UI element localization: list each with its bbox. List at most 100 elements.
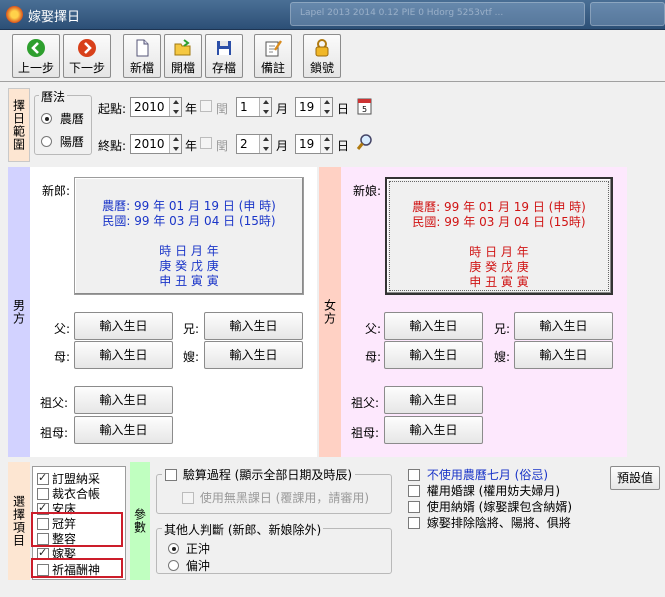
note-button[interactable]: 備註	[254, 34, 292, 78]
bride-pillar-head: 時 日 月 年	[469, 245, 529, 259]
use-no-black-day-checkbox[interactable]: 使用無黑課日 (覆課用，請審用)	[182, 489, 369, 506]
female-father-label: 父:	[365, 322, 382, 336]
male-brother-birthday-button[interactable]: 輸入生日	[204, 312, 303, 340]
groom-pillar-branches: 申 丑 寅 寅	[159, 274, 219, 288]
start-leap-label: 閏	[216, 102, 229, 116]
prev-step-button[interactable]: 上一步	[12, 34, 60, 78]
back-arrow-icon	[27, 39, 45, 57]
verify-process-checkbox[interactable]: 驗算過程 (顯示全部日期及時辰)	[162, 466, 356, 483]
male-side-label: 男方	[8, 167, 30, 457]
use-nazheng-checkbox[interactable]: 使用納婿 (嫁娶課包含納婿)	[408, 498, 572, 515]
male-father-birthday-button[interactable]: 輸入生日	[74, 312, 173, 340]
open-folder-icon	[174, 39, 191, 56]
svg-text:5: 5	[362, 105, 367, 114]
save-file-button[interactable]: 存檔	[205, 34, 243, 78]
female-father-birthday-button[interactable]: 輸入生日	[384, 312, 483, 340]
start-year-spinner[interactable]: 2010	[130, 97, 182, 117]
lock-number-button[interactable]: 鎖號	[303, 34, 341, 78]
female-mother-label: 母:	[365, 350, 382, 364]
lunar-radio-dot	[41, 113, 52, 124]
end-month-spinner[interactable]: 2	[236, 134, 272, 154]
title-bar: 嫁娶擇日 Lapel 2013 2014 0.12 PIE 0 Hdorg 52…	[0, 0, 665, 30]
male-sister-in-law-birthday-button[interactable]: 輸入生日	[204, 341, 303, 369]
next-step-button[interactable]: 下一步	[63, 34, 111, 78]
calendar-group-label: 曆法	[39, 88, 68, 105]
background-window-text: Lapel 2013 2014 0.12 PIE 0 Hdorg 5253vtf…	[300, 8, 504, 18]
use-marriage-checkbox[interactable]: 權用婚課 (權用妨夫婦月)	[408, 482, 560, 499]
start-day-unit: 日	[337, 102, 350, 116]
male-grandmother-birthday-button[interactable]: 輸入生日	[74, 416, 173, 444]
spin-arrows-icon[interactable]	[320, 98, 332, 116]
female-grandmother-label: 祖母:	[351, 426, 380, 440]
male-mother-birthday-button[interactable]: 輸入生日	[74, 341, 173, 369]
male-mother-label: 母:	[54, 350, 71, 364]
background-window-tab-2	[590, 2, 665, 26]
spin-arrows-icon[interactable]	[169, 98, 181, 116]
magnifier-icon[interactable]	[356, 133, 374, 153]
groom-roc-date: 民國: 99 年 03 月 04 日 (15時)	[102, 214, 276, 228]
female-sister-in-law-birthday-button[interactable]: 輸入生日	[514, 341, 613, 369]
groom-lunar-date: 農曆: 99 年 01 月 19 日 (申 時)	[102, 199, 276, 213]
forward-arrow-icon	[78, 39, 96, 57]
bride-roc-date: 民國: 99 年 03 月 04 日 (15時)	[412, 215, 586, 229]
male-sister-in-law-label: 嫂:	[183, 350, 200, 364]
solar-radio[interactable]: 陽曆	[41, 133, 84, 150]
new-document-icon	[136, 39, 149, 57]
bride-birth-card[interactable]: 農曆: 99 年 01 月 19 日 (申 時) 民國: 99 年 03 月 0…	[385, 177, 613, 295]
spin-arrows-icon[interactable]	[259, 98, 271, 116]
start-year-unit: 年	[185, 102, 198, 116]
pian-chong-radio[interactable]: 偏沖	[168, 557, 210, 574]
end-label: 終點:	[98, 139, 127, 153]
bride-lunar-date: 農曆: 99 年 01 月 19 日 (申 時)	[412, 200, 586, 214]
male-brother-label: 兄:	[183, 322, 200, 336]
end-leap-label: 閏	[216, 139, 229, 153]
start-day-spinner[interactable]: 19	[295, 97, 333, 117]
bride-label: 新娘:	[353, 184, 382, 198]
toolbar: 上一步 下一步 新檔 開檔 存檔 備註 鎖號	[0, 30, 665, 82]
solar-radio-dot	[41, 136, 52, 147]
zheng-chong-radio[interactable]: 正沖	[168, 540, 210, 557]
end-year-spinner[interactable]: 2010	[130, 134, 182, 154]
item-checkbox	[37, 488, 49, 500]
female-panel: 新娘: 農曆: 99 年 01 月 19 日 (申 時) 民國: 99 年 03…	[341, 167, 627, 457]
male-father-label: 父:	[54, 322, 71, 336]
spin-arrows-icon[interactable]	[320, 135, 332, 153]
end-leap-checkbox[interactable]	[200, 136, 212, 150]
male-grandfather-birthday-button[interactable]: 輸入生日	[74, 386, 173, 414]
window-title: 嫁娶擇日	[28, 10, 81, 25]
start-label: 起點:	[98, 102, 127, 116]
floppy-disk-icon	[217, 41, 231, 55]
no-lunar-july-checkbox[interactable]: 不使用農曆七月 (俗忌)	[408, 466, 548, 483]
start-month-spinner[interactable]: 1	[236, 97, 272, 117]
param-side-label: 參數	[130, 462, 150, 580]
male-grandfather-label: 祖父:	[40, 396, 69, 410]
groom-pillar-head: 時 日 月 年	[159, 244, 219, 258]
bride-pillar-stems: 庚 癸 戊 庚	[469, 260, 529, 274]
end-month-unit: 月	[276, 139, 289, 153]
open-file-button[interactable]: 開檔	[164, 34, 202, 78]
female-brother-birthday-button[interactable]: 輸入生日	[514, 312, 613, 340]
groom-label: 新郎:	[42, 184, 71, 198]
female-grandfather-birthday-button[interactable]: 輸入生日	[384, 386, 483, 414]
groom-birth-card[interactable]: 農曆: 99 年 01 月 19 日 (申 時) 民國: 99 年 03 月 0…	[74, 177, 304, 295]
lunar-radio[interactable]: 農曆	[41, 110, 84, 127]
default-values-button[interactable]: 預設值	[610, 466, 660, 490]
highlight-box	[31, 512, 123, 547]
end-year-unit: 年	[185, 139, 198, 153]
others-group-label: 其他人判斷 (新郎、新娘除外)	[162, 521, 324, 538]
exclude-generals-checkbox[interactable]: 嫁娶排除陰將、陽將、俱將	[408, 514, 571, 531]
male-grandmother-label: 祖母:	[40, 426, 69, 440]
end-day-spinner[interactable]: 19	[295, 134, 333, 154]
calendar-icon[interactable]: 5	[356, 96, 374, 116]
new-file-button[interactable]: 新檔	[123, 34, 161, 78]
female-side-label: 女方	[319, 167, 341, 457]
female-grandmother-birthday-button[interactable]: 輸入生日	[384, 416, 483, 444]
spin-arrows-icon[interactable]	[169, 135, 181, 153]
female-sister-in-law-label: 嫂:	[494, 350, 511, 364]
app-icon	[6, 6, 23, 23]
start-leap-checkbox[interactable]	[200, 99, 212, 113]
notepad-pencil-icon	[265, 40, 282, 57]
lock-icon	[315, 39, 329, 57]
female-mother-birthday-button[interactable]: 輸入生日	[384, 341, 483, 369]
spin-arrows-icon[interactable]	[259, 135, 271, 153]
